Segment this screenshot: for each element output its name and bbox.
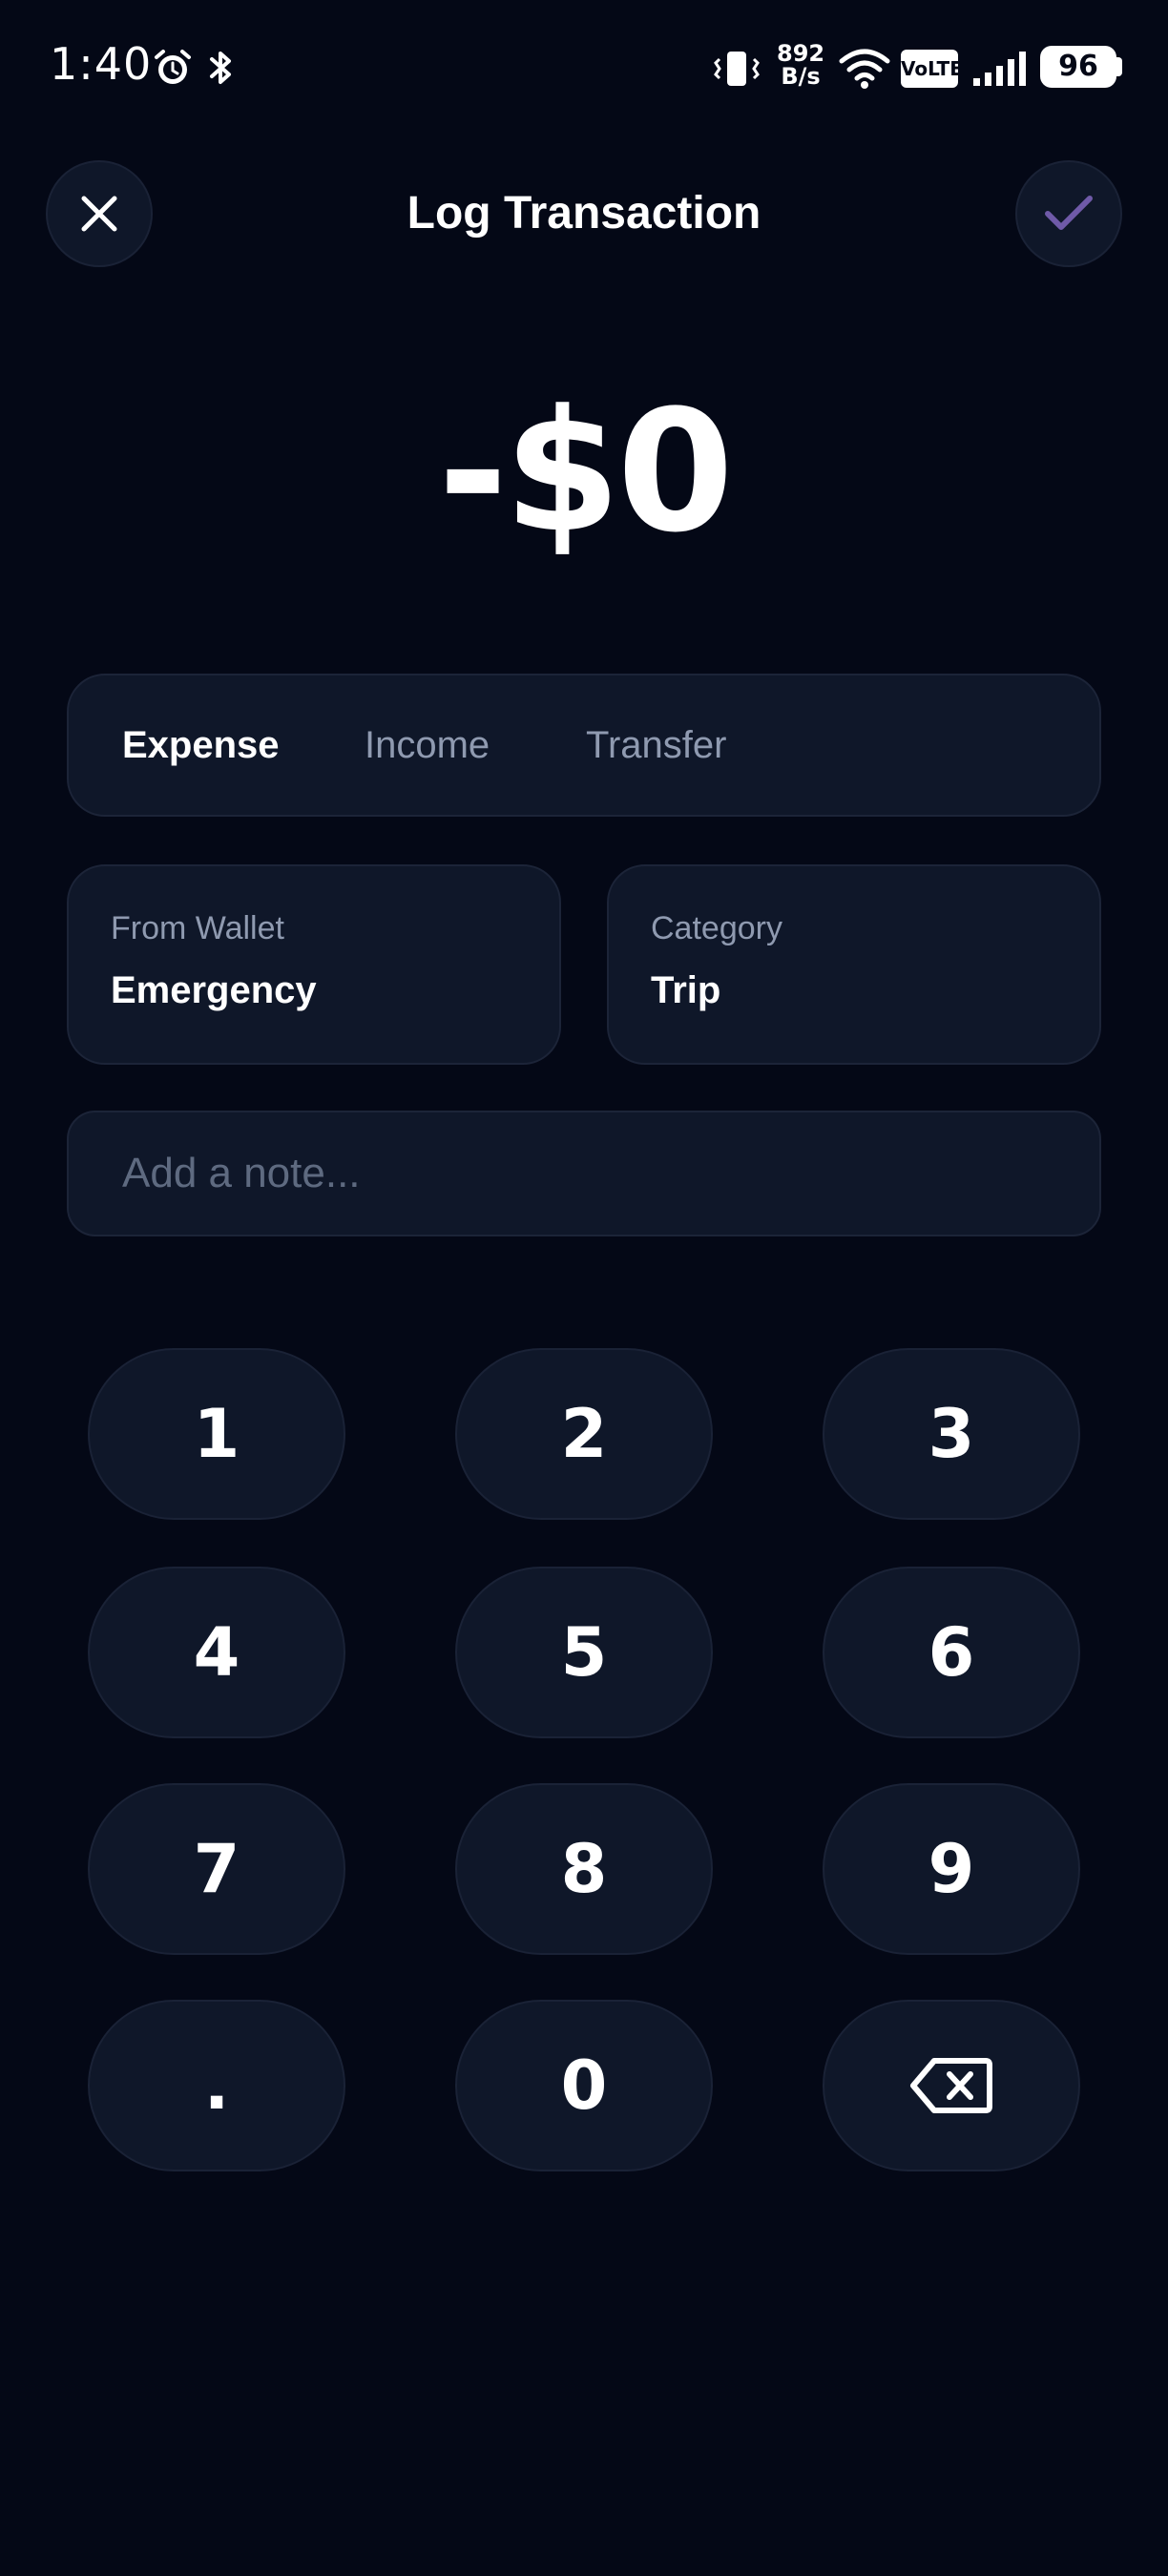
tab-transfer[interactable]: Transfer [586, 675, 726, 815]
bluetooth-icon [210, 52, 231, 84]
signal-icon [973, 52, 1026, 86]
backspace-button[interactable] [823, 2000, 1080, 2171]
vibrate-icon [714, 52, 760, 86]
wifi-icon [839, 49, 890, 89]
key-7[interactable]: 7 [88, 1783, 345, 1955]
wallet-selector[interactable]: From Wallet Emergency [67, 864, 561, 1065]
backspace-icon [910, 2058, 992, 2113]
status-time: 1:40 [50, 38, 153, 90]
battery-icon: 96 [1040, 46, 1116, 88]
key-1[interactable]: 1 [88, 1348, 345, 1520]
tab-income[interactable]: Income [365, 675, 490, 815]
key-5[interactable]: 5 [455, 1567, 713, 1738]
network-speed: 892 B/s [777, 42, 824, 88]
network-speed-value: 892 [777, 40, 825, 67]
status-bar: 1:40 892 B/s VoLTE 96 [0, 0, 1168, 134]
wallet-label: From Wallet [111, 910, 284, 946]
tab-expense[interactable]: Expense [122, 675, 280, 815]
key-2[interactable]: 2 [455, 1348, 713, 1520]
network-speed-unit: B/s [781, 63, 821, 90]
key-8[interactable]: 8 [455, 1783, 713, 1955]
key-3[interactable]: 3 [823, 1348, 1080, 1520]
volte-badge: VoLTE [901, 50, 963, 88]
check-icon [1045, 196, 1093, 230]
key-9[interactable]: 9 [823, 1783, 1080, 1955]
key-4[interactable]: 4 [88, 1567, 345, 1738]
category-selector[interactable]: Category Trip [607, 864, 1101, 1065]
transaction-type-tabs: Expense Income Transfer [67, 674, 1101, 817]
note-input[interactable] [67, 1111, 1101, 1236]
key-decimal[interactable]: . [88, 2000, 345, 2171]
page-title: Log Transaction [407, 188, 761, 239]
confirm-button[interactable] [1015, 160, 1122, 267]
category-label: Category [651, 910, 782, 946]
key-0[interactable]: 0 [455, 2000, 713, 2171]
wallet-value: Emergency [111, 969, 317, 1011]
battery-tip [1116, 57, 1122, 76]
category-value: Trip [651, 969, 721, 1011]
alarm-icon [155, 50, 191, 84]
amount-display: -$0 [438, 374, 734, 570]
key-6[interactable]: 6 [823, 1567, 1080, 1738]
